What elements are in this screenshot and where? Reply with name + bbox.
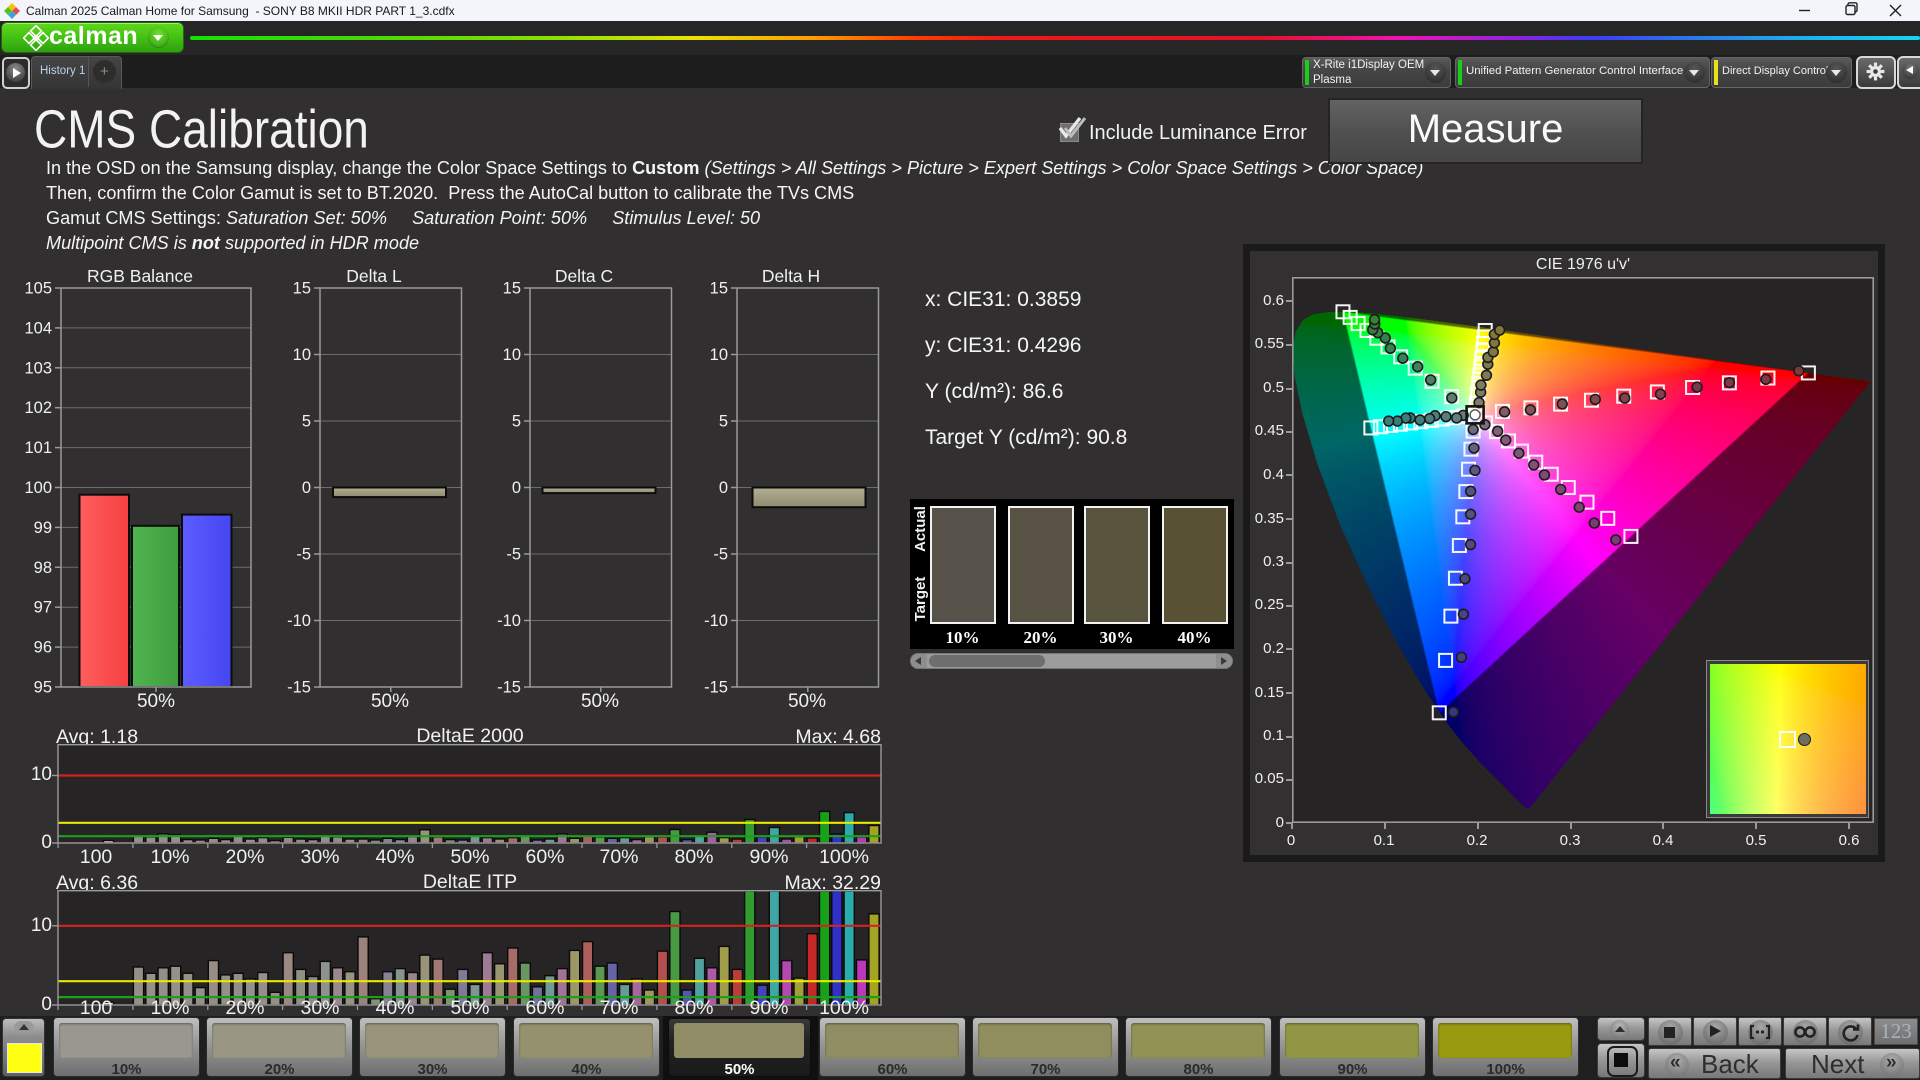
svg-text:-10: -10 — [287, 612, 311, 630]
svg-text:99: 99 — [34, 519, 52, 537]
svg-text:10: 10 — [292, 346, 310, 364]
svg-text:0: 0 — [301, 479, 310, 497]
svg-text:5: 5 — [718, 413, 727, 431]
svg-text:-5: -5 — [506, 546, 521, 564]
svg-text:10: 10 — [709, 346, 727, 364]
svg-text:105: 105 — [24, 282, 52, 298]
svg-text:102: 102 — [24, 399, 52, 417]
svg-text:100: 100 — [24, 479, 52, 497]
svg-text:15: 15 — [292, 282, 310, 298]
svg-text:-15: -15 — [497, 679, 521, 697]
svg-text:10: 10 — [502, 346, 520, 364]
svg-text:104: 104 — [24, 319, 52, 337]
svg-text:95: 95 — [34, 679, 52, 697]
svg-text:98: 98 — [34, 559, 52, 577]
svg-text:96: 96 — [34, 639, 52, 657]
svg-text:-5: -5 — [713, 546, 728, 564]
svg-text:-10: -10 — [497, 612, 521, 630]
svg-text:-10: -10 — [704, 612, 728, 630]
svg-text:-5: -5 — [296, 546, 311, 564]
svg-text:5: 5 — [301, 413, 310, 431]
svg-text:101: 101 — [24, 439, 52, 457]
svg-text:0: 0 — [718, 479, 727, 497]
svg-text:0: 0 — [511, 479, 520, 497]
svg-text:103: 103 — [24, 359, 52, 377]
svg-text:-15: -15 — [704, 679, 728, 697]
svg-text:-15: -15 — [287, 679, 311, 697]
svg-text:5: 5 — [511, 413, 520, 431]
svg-text:97: 97 — [34, 599, 52, 617]
svg-text:15: 15 — [709, 282, 727, 298]
svg-text:15: 15 — [502, 282, 520, 298]
